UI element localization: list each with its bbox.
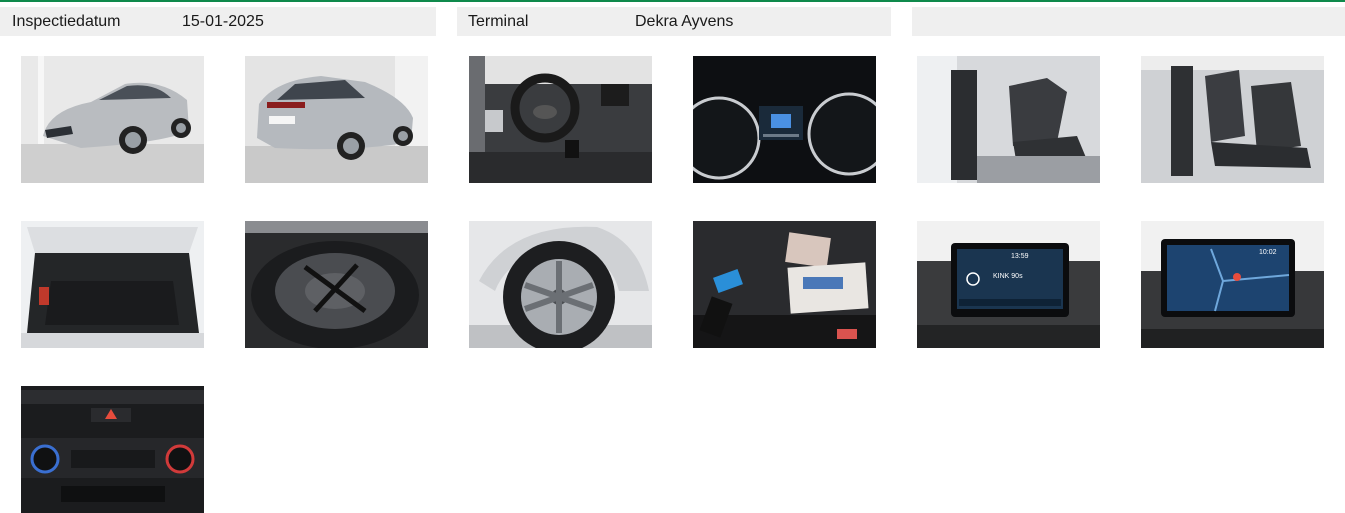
wheel-icon	[469, 221, 652, 348]
gauge-icon	[693, 56, 876, 183]
steering-wheel-icon	[469, 56, 652, 183]
photo-rear-right-exterior[interactable]	[245, 56, 428, 183]
map-icon: 10:02	[1141, 221, 1324, 348]
photo-dashboard[interactable]	[469, 56, 652, 183]
photo-infotainment-radio[interactable]: 13:59 KINK 90s	[917, 221, 1100, 348]
car-seat-icon	[917, 56, 1100, 183]
terminal-label: Terminal	[468, 13, 529, 30]
key-icon	[693, 221, 876, 348]
top-accent-rule	[0, 0, 1345, 2]
header-cell-empty	[912, 7, 1345, 36]
header-cell-date: Inspectiedatum 15-01-2025	[0, 7, 436, 36]
photo-front-seats[interactable]	[917, 56, 1100, 183]
car-exterior-icon	[21, 56, 204, 183]
header-cell-terminal: Terminal Dekra Ayvens	[457, 7, 891, 36]
wheel-icon	[245, 221, 428, 348]
photo-climate-controls[interactable]	[21, 386, 204, 513]
photo-rear-seats[interactable]	[1141, 56, 1324, 183]
photo-trunk[interactable]	[21, 221, 204, 348]
screen-icon: 13:59 KINK 90s	[917, 221, 1100, 348]
photo-alloy-wheel[interactable]	[469, 221, 652, 348]
photo-keys-and-manuals[interactable]	[693, 221, 876, 348]
climate-icon	[21, 386, 204, 513]
radio-station-text: KINK 90s	[993, 273, 1023, 280]
terminal-value: Dekra Ayvens	[635, 13, 734, 30]
inspection-date-label: Inspectiedatum	[12, 13, 121, 30]
photo-infotainment-navigation[interactable]: 10:02	[1141, 221, 1324, 348]
nav-time-text: 10:02	[1259, 249, 1277, 256]
photo-instrument-cluster[interactable]	[693, 56, 876, 183]
inspection-date-value: 15-01-2025	[182, 13, 264, 30]
trunk-icon	[21, 221, 204, 348]
photo-front-left-exterior[interactable]	[21, 56, 204, 183]
photo-spare-wheel[interactable]	[245, 221, 428, 348]
radio-time-text: 13:59	[1011, 253, 1029, 260]
car-seat-icon	[1141, 56, 1324, 183]
car-exterior-icon	[245, 56, 428, 183]
